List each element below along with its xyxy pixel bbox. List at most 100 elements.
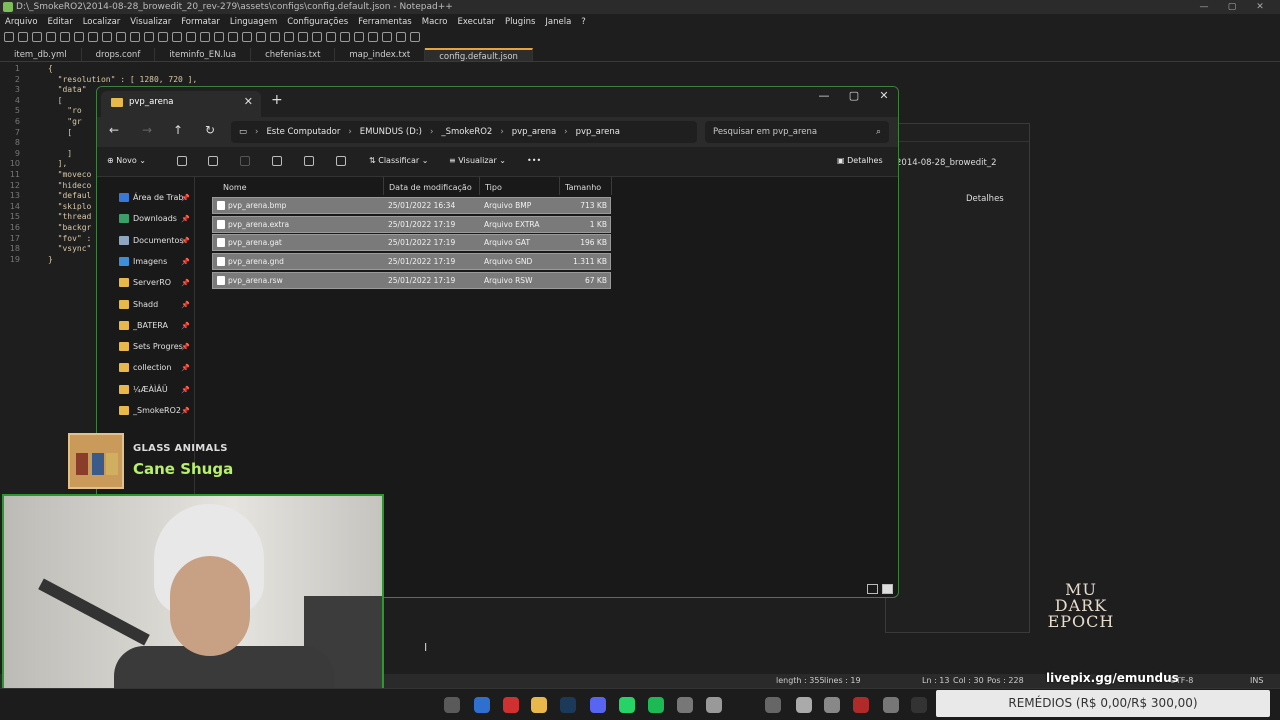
replace-icon[interactable] xyxy=(186,32,196,42)
sidebar-item[interactable]: Área de Trab. 📌 xyxy=(119,188,190,208)
up-icon[interactable]: ↑ xyxy=(173,123,183,137)
paste-icon[interactable] xyxy=(240,156,250,166)
pin-icon[interactable]: 📌 xyxy=(181,316,190,336)
sidebar-item[interactable]: Imagens 📌 xyxy=(119,252,190,272)
menu-janela[interactable]: Janela xyxy=(545,15,571,29)
gear-icon[interactable] xyxy=(824,697,840,713)
paste-icon[interactable] xyxy=(130,32,140,42)
pin-icon[interactable]: 📌 xyxy=(181,380,190,400)
doc-map-icon[interactable] xyxy=(298,32,308,42)
undo-icon[interactable] xyxy=(144,32,154,42)
save-macro-icon[interactable] xyxy=(410,32,420,42)
sidebar-item[interactable]: collection 📌 xyxy=(119,358,190,378)
maximize-icon[interactable]: ▢ xyxy=(839,89,869,102)
pin-icon[interactable]: 📌 xyxy=(181,401,190,421)
column-header-size[interactable]: Tamanho xyxy=(565,180,601,196)
menu-localizar[interactable]: Localizar xyxy=(83,15,121,29)
copy-icon[interactable] xyxy=(116,32,126,42)
pin-icon[interactable]: 📌 xyxy=(181,231,190,251)
monitor-icon[interactable] xyxy=(340,32,350,42)
more-options-icon[interactable]: ••• xyxy=(527,156,541,165)
tab-chefenias[interactable]: chefenias.txt xyxy=(251,48,336,61)
save-all-icon[interactable] xyxy=(46,32,56,42)
breadcrumb-item[interactable]: _SmokeRO2 xyxy=(441,127,492,137)
file-row[interactable]: pvp_arena.gnd 25/01/2022 17:19 Arquivo GND… xyxy=(212,253,611,271)
zoom-in-icon[interactable] xyxy=(200,32,210,42)
breadcrumb-item[interactable]: Este Computador xyxy=(266,127,340,137)
terminal-icon[interactable] xyxy=(911,697,927,713)
menu-help[interactable]: ? xyxy=(581,15,586,29)
sidebar-item[interactable]: _SmokeRO2 📌 xyxy=(119,401,190,421)
redo-icon[interactable] xyxy=(158,32,168,42)
new-tab-icon[interactable]: + xyxy=(271,92,283,108)
breadcrumb-item[interactable]: pvp_arena xyxy=(512,127,556,137)
print-icon[interactable] xyxy=(88,32,98,42)
breadcrumb-item[interactable]: pvp_arena xyxy=(576,127,620,137)
rename-icon[interactable] xyxy=(272,156,282,166)
share-icon[interactable] xyxy=(304,156,314,166)
play-macro-icon[interactable] xyxy=(382,32,392,42)
zoom-out-icon[interactable] xyxy=(214,32,224,42)
stop-macro-icon[interactable] xyxy=(368,32,378,42)
tab-item-db[interactable]: item_db.yml xyxy=(0,48,82,61)
sidebar-item[interactable]: Shadd 📌 xyxy=(119,295,190,315)
menu-arquivo[interactable]: Arquivo xyxy=(5,15,38,29)
settings-icon[interactable] xyxy=(706,697,722,713)
close-icon[interactable]: ✕ xyxy=(869,89,898,102)
pin-icon[interactable]: 📌 xyxy=(181,295,190,315)
pin-icon[interactable]: 📌 xyxy=(181,337,190,357)
file-row[interactable]: pvp_arena.rsw 25/01/2022 17:19 Arquivo RSW… xyxy=(212,271,611,289)
pin-icon[interactable]: 📌 xyxy=(181,273,190,293)
find-icon[interactable] xyxy=(172,32,182,42)
menu-configuracoes[interactable]: Configurações xyxy=(287,15,348,29)
forward-icon[interactable]: → xyxy=(142,123,152,137)
sidebar-item[interactable]: ¼ÆÀÌÂÜ 📌 xyxy=(119,380,190,400)
steam-icon[interactable] xyxy=(560,697,576,713)
copy-icon[interactable] xyxy=(208,156,218,166)
column-divider[interactable] xyxy=(611,177,612,195)
menu-editar[interactable]: Editar xyxy=(48,15,73,29)
tab-map-index[interactable]: map_index.txt xyxy=(335,48,426,61)
file-row[interactable]: pvp_arena.extra 25/01/2022 17:19 Arquivo E… xyxy=(212,215,611,233)
sidebar-item[interactable]: _BATERA 📌 xyxy=(119,316,190,336)
sidebar-item[interactable]: Documentos 📌 xyxy=(119,231,190,251)
wrap-icon[interactable] xyxy=(242,32,252,42)
column-header-date[interactable]: Data de modificação xyxy=(389,180,472,196)
all-chars-icon[interactable] xyxy=(256,32,266,42)
app-icon[interactable] xyxy=(853,697,869,713)
discord-icon[interactable] xyxy=(590,697,606,713)
pin-icon[interactable]: 📌 xyxy=(181,209,190,229)
widgets-icon[interactable] xyxy=(474,697,490,713)
details-view-icon[interactable] xyxy=(867,584,878,594)
tiles-view-icon[interactable] xyxy=(882,584,893,594)
tab-config-default[interactable]: config.default.json xyxy=(425,48,533,62)
menu-executar[interactable]: Executar xyxy=(457,15,494,29)
file-row[interactable]: pvp_arena.gat 25/01/2022 17:19 Arquivo GAT… xyxy=(212,234,611,252)
maximize-icon[interactable]: ▢ xyxy=(1218,0,1246,14)
game-icon[interactable] xyxy=(765,697,781,713)
tab-iteminfo[interactable]: iteminfo_EN.lua xyxy=(155,48,252,61)
search-input[interactable]: Pesquisar em pvp_arena ⌕ xyxy=(705,121,889,143)
column-divider[interactable] xyxy=(479,177,480,195)
menu-visualizar[interactable]: Visualizar xyxy=(130,15,171,29)
sync-icon[interactable] xyxy=(228,32,238,42)
opera-icon[interactable] xyxy=(503,697,519,713)
background-explorer-window[interactable]: 2014-08-28_browedit_2 Detalhes xyxy=(885,123,1030,633)
cut-icon[interactable] xyxy=(102,32,112,42)
menu-ferramentas[interactable]: Ferramentas xyxy=(358,15,412,29)
back-icon[interactable]: ← xyxy=(109,123,119,137)
run-macro-icon[interactable] xyxy=(396,32,406,42)
folder-workspace-icon[interactable] xyxy=(326,32,336,42)
close-all-icon[interactable] xyxy=(74,32,84,42)
minimize-icon[interactable]: — xyxy=(1190,0,1218,14)
menu-linguagem[interactable]: Linguagem xyxy=(230,15,277,29)
sidebar-item[interactable]: Downloads 📌 xyxy=(119,209,190,229)
sidebar-item[interactable]: ServerRO 📌 xyxy=(119,273,190,293)
task-view-icon[interactable] xyxy=(444,697,460,713)
menu-macro[interactable]: Macro xyxy=(422,15,448,29)
column-divider[interactable] xyxy=(383,177,384,195)
column-divider[interactable] xyxy=(559,177,560,195)
breadcrumb-item[interactable]: EMUNDUS (D:) xyxy=(360,127,422,137)
cut-icon[interactable] xyxy=(177,156,187,166)
open-file-icon[interactable] xyxy=(18,32,28,42)
